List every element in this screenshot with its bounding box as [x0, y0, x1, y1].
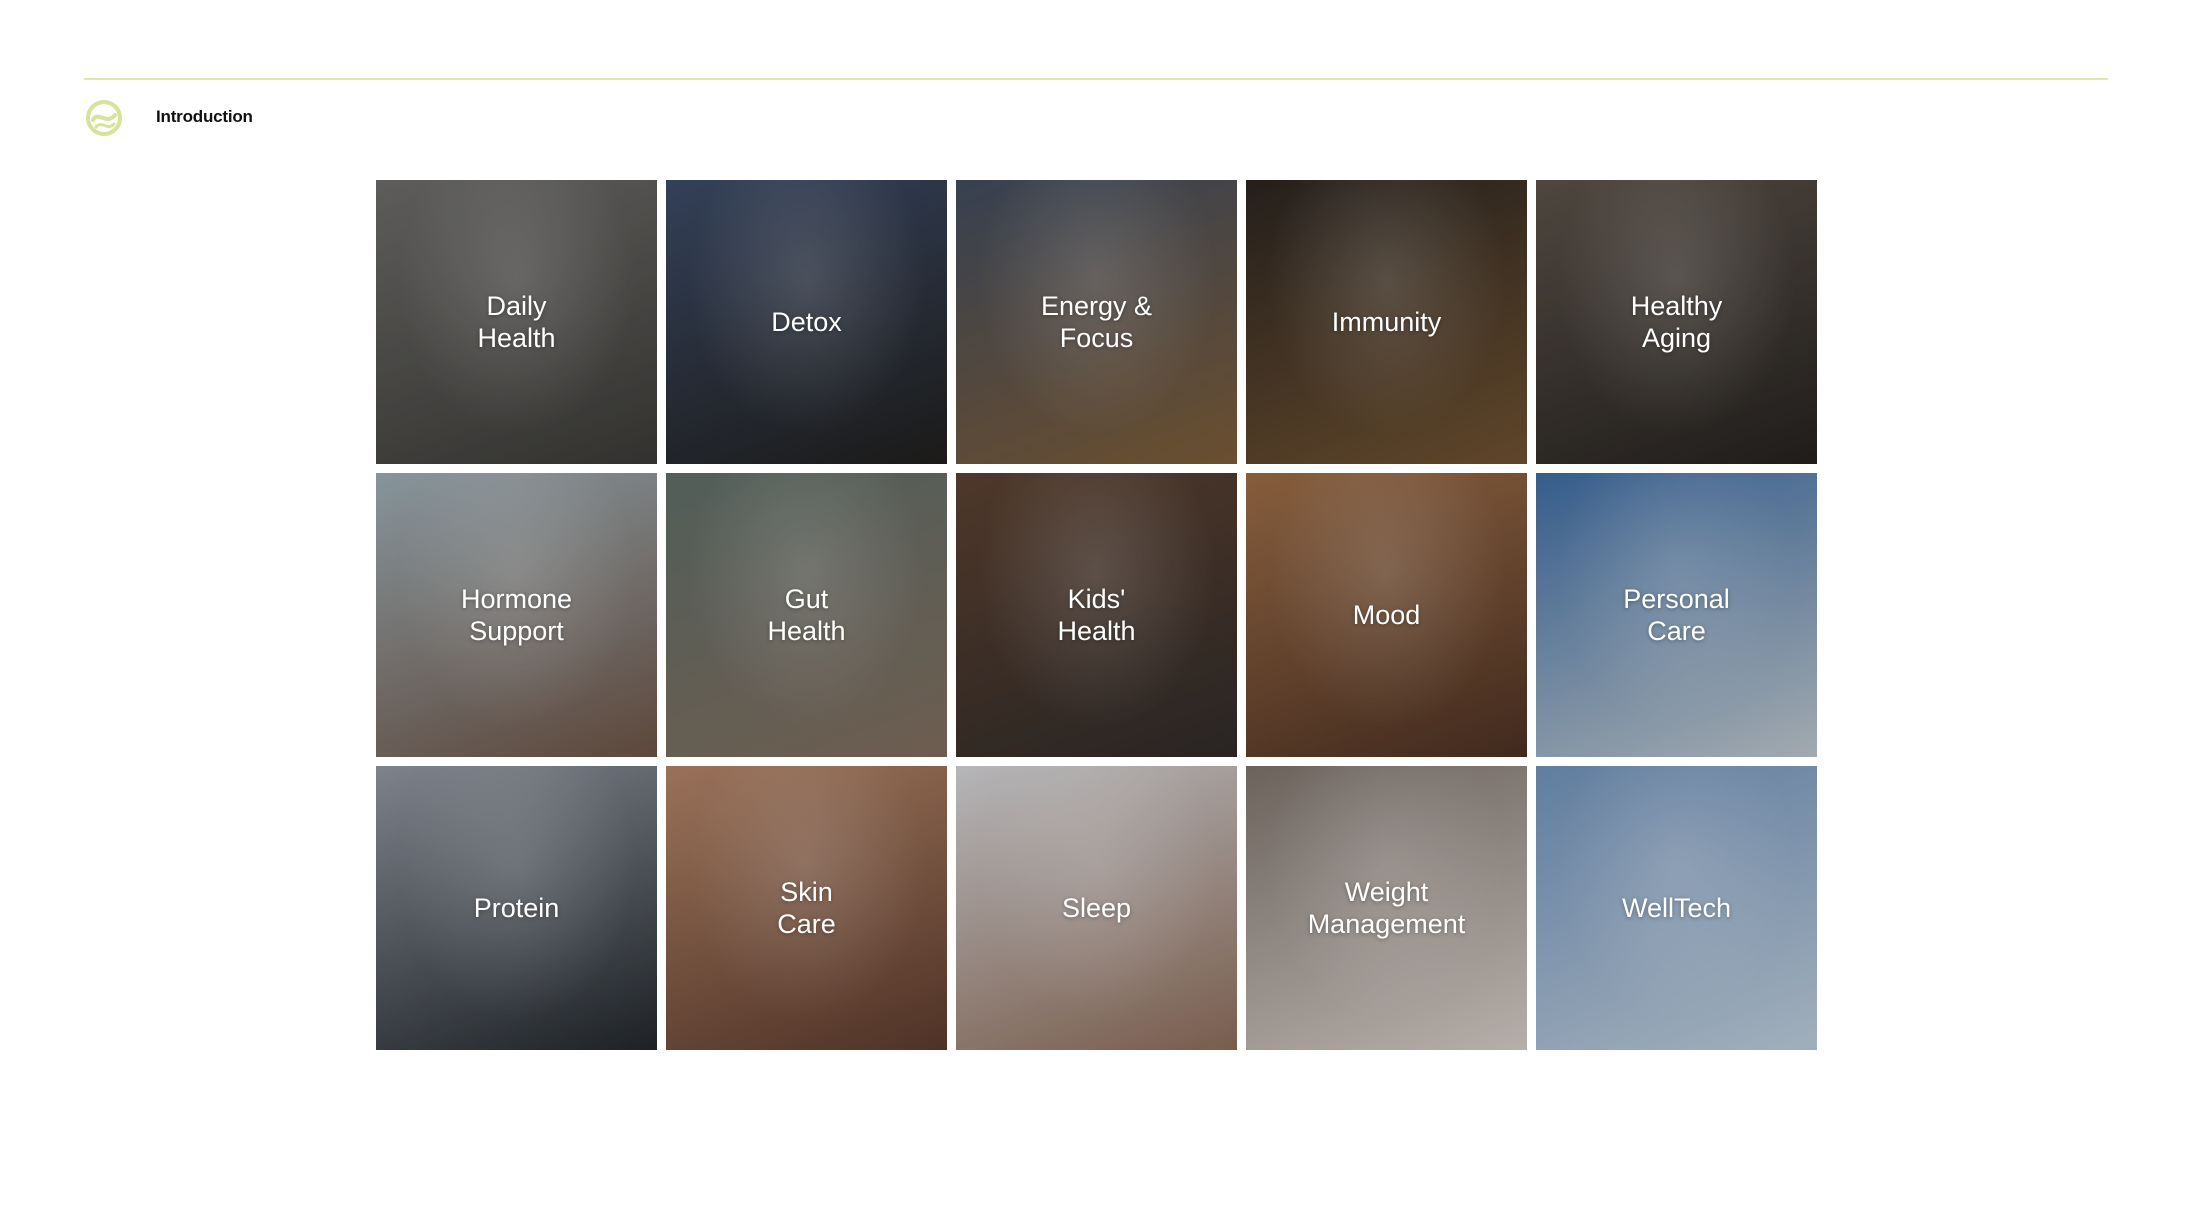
category-tile[interactable]: Skin Care [666, 766, 947, 1050]
category-tile[interactable]: Gut Health [666, 473, 947, 757]
category-label: Mood [1352, 600, 1421, 630]
category-tile[interactable]: Hormone Support [376, 473, 657, 757]
category-label: Skin Care [777, 877, 836, 939]
swirl-logo-icon [86, 100, 122, 136]
category-label: WellTech [1621, 893, 1732, 923]
category-tile[interactable]: Healthy Aging [1536, 180, 1817, 464]
category-tile[interactable]: Kids' Health [956, 473, 1237, 757]
category-tile[interactable]: Energy & Focus [956, 180, 1237, 464]
category-label: Protein [473, 893, 560, 923]
category-tile[interactable]: Weight Management [1246, 766, 1527, 1050]
category-tile[interactable]: Detox [666, 180, 947, 464]
category-label: Gut Health [767, 584, 846, 646]
category-label: Energy & Focus [1040, 291, 1153, 353]
category-tile[interactable]: Protein [376, 766, 657, 1050]
category-tile[interactable]: Mood [1246, 473, 1527, 757]
category-label: Sleep [1061, 893, 1132, 923]
header-divider [84, 78, 2108, 80]
category-tile[interactable]: Immunity [1246, 180, 1527, 464]
category-label: Immunity [1331, 307, 1442, 337]
category-label: Hormone Support [460, 584, 573, 646]
category-label: Daily Health [477, 291, 556, 353]
category-tile[interactable]: Personal Care [1536, 473, 1817, 757]
section-title: Introduction [156, 107, 253, 126]
category-label: Kids' Health [1057, 584, 1136, 646]
category-tile[interactable]: Daily Health [376, 180, 657, 464]
category-tile[interactable]: WellTech [1536, 766, 1817, 1050]
category-tile[interactable]: Sleep [956, 766, 1237, 1050]
category-label: Detox [771, 307, 842, 337]
category-label: Weight Management [1307, 877, 1466, 939]
category-label: Healthy Aging [1630, 291, 1723, 353]
category-label: Personal Care [1623, 584, 1730, 646]
category-grid: Daily Health Detox Energy & Focus Immunity H… [376, 180, 1817, 1050]
